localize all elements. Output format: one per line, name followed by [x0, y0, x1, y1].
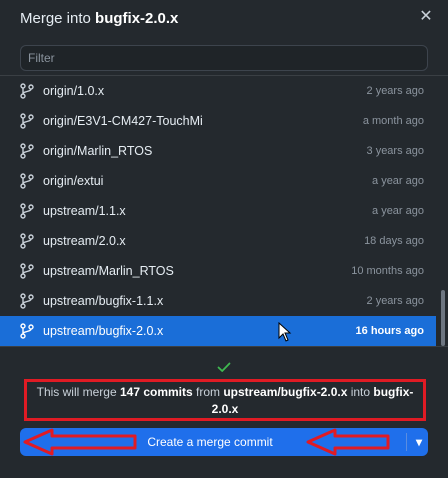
git-branch-icon: [20, 113, 34, 129]
branch-last-updated: a month ago: [362, 115, 424, 127]
branch-row[interactable]: origin/1.0.x 2 years ago: [0, 76, 436, 106]
branch-last-updated: a year ago: [372, 205, 424, 217]
branch-row[interactable]: upstream/2.0.x 18 days ago: [0, 226, 436, 256]
git-branch-icon: [20, 173, 34, 189]
branch-name: origin/extui: [43, 174, 104, 188]
chevron-down-icon[interactable]: ▾: [412, 432, 426, 452]
scrollbar-thumb[interactable]: [441, 290, 445, 346]
branch-last-updated: 2 years ago: [366, 295, 424, 307]
dialog-title-branch: bugfix-2.0.x: [95, 10, 179, 27]
dialog-title: Merge into bugfix-2.0.x: [20, 10, 179, 27]
git-branch-icon: [20, 143, 34, 159]
branch-list: origin/1.0.x 2 years ago origin/E3V1-CM427…: [0, 76, 448, 346]
branch-name: upstream/2.0.x: [43, 234, 126, 248]
branch-row[interactable]: upstream/1.1.x a year ago: [0, 196, 436, 226]
branch-name: origin/Marlin_RTOS: [43, 144, 153, 158]
branch-last-updated: 3 years ago: [366, 145, 424, 157]
button-divider: [406, 433, 407, 451]
branch-name: origin/E3V1-CM427-TouchMi: [43, 114, 203, 128]
git-branch-icon: [20, 293, 34, 309]
filter-input[interactable]: [21, 46, 427, 70]
git-branch-icon: [20, 233, 34, 249]
commit-count: 147 commits: [119, 385, 193, 399]
merge-dialog: Merge into bugfix-2.0.x ✕ origin/1.0.x 2 …: [0, 0, 448, 478]
dialog-header: Merge into bugfix-2.0.x ✕: [0, 0, 448, 38]
branch-row[interactable]: origin/E3V1-CM427-TouchMi a month ago: [0, 106, 436, 136]
branch-last-updated: 10 months ago: [351, 265, 424, 277]
git-branch-icon: [20, 323, 34, 339]
git-branch-icon: [20, 83, 34, 99]
branch-row[interactable]: upstream/bugfix-2.0.x 16 hours ago: [0, 316, 436, 346]
branch-last-updated: 18 days ago: [364, 235, 424, 247]
git-branch-icon: [20, 263, 34, 279]
branch-last-updated: a year ago: [372, 175, 424, 187]
close-icon[interactable]: ✕: [418, 9, 434, 25]
filter-field-wrapper: [20, 45, 428, 71]
branch-last-updated: 16 hours ago: [355, 325, 424, 337]
source-branch: upstream/bugfix-2.0.x: [223, 385, 348, 399]
branch-name: upstream/1.1.x: [43, 204, 126, 218]
branch-row[interactable]: upstream/bugfix-1.1.x 2 years ago: [0, 286, 436, 316]
git-branch-icon: [20, 203, 34, 219]
branch-row[interactable]: origin/extui a year ago: [0, 166, 436, 196]
branch-name: upstream/Marlin_RTOS: [43, 264, 174, 278]
create-merge-commit-button[interactable]: Create a merge commit ▾: [20, 428, 428, 456]
merge-summary: This will merge 147 commits from upstrea…: [24, 379, 426, 421]
branch-name: upstream/bugfix-2.0.x: [43, 324, 164, 338]
list-bottom-divider: [0, 346, 448, 347]
branch-row[interactable]: origin/Marlin_RTOS 3 years ago: [0, 136, 436, 166]
branch-name: origin/1.0.x: [43, 84, 105, 98]
merge-button-label: Create a merge commit: [147, 435, 273, 449]
branch-name: upstream/bugfix-1.1.x: [43, 294, 164, 308]
mouse-cursor-icon: [278, 322, 292, 342]
check-icon: [217, 362, 231, 372]
branch-last-updated: 2 years ago: [366, 85, 424, 97]
list-scrollbar[interactable]: [440, 76, 446, 346]
branch-row[interactable]: upstream/Marlin_RTOS 10 months ago: [0, 256, 436, 286]
